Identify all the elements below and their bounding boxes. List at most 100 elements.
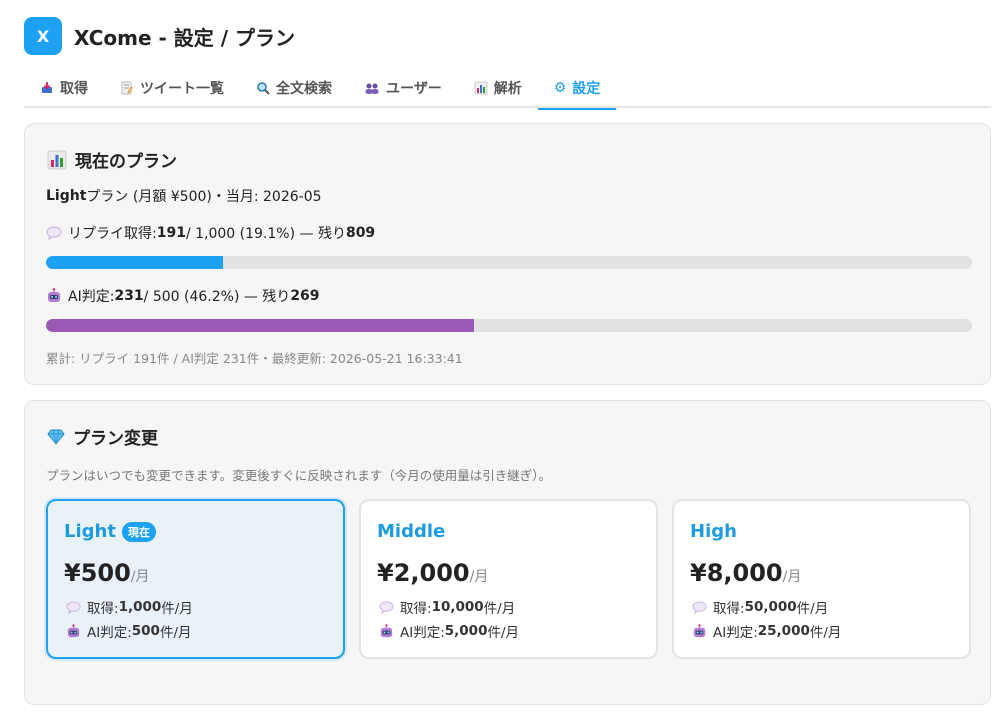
reply-detail: / 1,000 (19.1%) — 残り [185,226,346,242]
plan-ai-quota: AI判定: 25,000 件/月 [692,621,841,641]
search-icon [256,81,270,95]
quota-value: 50,000 [744,599,797,615]
plan-option-name: Middle [377,521,445,542]
tab-label: 全文検索 [276,81,332,97]
quota-label: 取得: [87,601,119,617]
reply-usage-text: リプライ取得: 191 / 1,000 (19.1%) — 残り 809 [46,223,375,243]
tab-fetch[interactable]: 取得 [24,68,104,108]
tab-users[interactable]: ユーザー [348,68,458,108]
quota-label: 取得: [400,601,432,617]
tab-analysis[interactable]: 解析 [458,68,538,108]
price-value: ¥8,000 [690,559,783,587]
plan-option-title: Light [64,521,116,542]
plan-summary: Light プラン (月額 ¥500)・当月: 2026-05 [46,186,322,206]
quota-value: 500 [131,623,160,639]
price-value: ¥500 [64,559,131,587]
tab-search[interactable]: 全文検索 [240,68,348,108]
price-value: ¥2,000 [377,559,470,587]
reply-label: リプライ取得: [68,226,157,242]
reply-remaining: 809 [345,225,376,241]
quota-unit: 件/月 [487,625,520,641]
ai-remaining: 269 [290,288,320,304]
quota-value: 10,000 [431,599,484,615]
ai-label: AI判定: [68,289,115,305]
current-plan-heading: 現在のプラン [47,147,177,172]
card-title-text: 現在のプラン [75,152,177,172]
page-title: XCome - 設定 / プラン [74,25,295,50]
usage-footnote: 累計: リプライ 191件 / AI判定 231件・最終更新: 2026-05-… [46,351,463,366]
plan-options: Light 現在 ¥500/月 取得: 1,000 件/月 AI判定: 500 … [46,499,971,659]
tab-settings[interactable]: ⚙ 設定 [537,68,617,110]
robot-icon [379,623,394,639]
bar-chart-icon [47,150,67,170]
inbox-icon [40,81,54,95]
quota-value: 25,000 [757,623,810,639]
quota-value: 1,000 [118,599,162,615]
tab-label: 取得 [60,81,88,97]
current-badge: 現在 [121,521,156,542]
tab-label: ユーザー [386,81,442,97]
quota-value: 5,000 [444,623,488,639]
speech-bubble-icon [379,600,394,614]
quota-label: 取得: [713,601,745,617]
plan-price: ¥2,000/月 [377,559,488,587]
app-header: X XCome - 設定 / プラン [24,17,295,55]
plan-price: ¥500/月 [64,559,150,587]
plan-fetch-quota: 取得: 10,000 件/月 [379,597,515,617]
ai-progress-bar [46,319,972,332]
price-period: /月 [469,569,489,585]
plan-option-high[interactable]: High ¥8,000/月 取得: 50,000 件/月 AI判定: 25,00… [672,499,971,659]
ai-used: 231 [114,288,144,304]
gear-icon: ⚙ [553,80,567,96]
quota-unit: 件/月 [809,625,842,641]
current-plan-card: 現在のプラン Light プラン (月額 ¥500)・当月: 2026-05 リ… [24,123,991,385]
quota-label: AI判定: [400,625,445,641]
plan-name: Light [46,188,87,204]
plan-change-card: プラン変更 プランはいつでも変更できます。変更後すぐに反映されます（今月の使用量… [24,400,991,705]
tab-label: 設定 [572,81,601,97]
quota-unit: 件/月 [159,625,192,641]
plan-option-name: Light 現在 [64,521,156,542]
plan-price: ¥8,000/月 [690,559,801,587]
ai-detail: / 500 (46.2%) — 残り [143,289,291,305]
price-period: /月 [130,569,150,585]
tab-bar: 取得 ツイート一覧 全文検索 ユーザー 解析 ⚙ 設定 [24,68,991,110]
speech-bubble-icon [46,226,62,240]
plan-option-middle[interactable]: Middle ¥2,000/月 取得: 10,000 件/月 AI判定: 5,0… [359,499,658,659]
quota-unit: 件/月 [161,601,193,617]
plan-fetch-quota: 取得: 1,000 件/月 [66,597,193,617]
speech-bubble-icon [692,600,707,614]
plan-option-name: High [690,521,737,542]
memo-icon [120,81,134,95]
robot-icon [46,288,62,304]
ai-progress-fill [46,319,474,332]
plan-option-light[interactable]: Light 現在 ¥500/月 取得: 1,000 件/月 AI判定: 500 … [46,499,345,659]
tab-tweets[interactable]: ツイート一覧 [104,68,240,108]
quota-unit: 件/月 [483,601,516,617]
bar-chart-icon [474,81,488,95]
quota-unit: 件/月 [796,601,829,617]
tab-label: 解析 [493,81,522,97]
quota-label: AI判定: [87,625,132,641]
plan-option-title: Middle [377,521,446,542]
plan-change-heading: プラン変更 [47,424,158,449]
plan-change-description: プランはいつでも変更できます。変更後すぐに反映されます（今月の使用量は引き継ぎ）… [46,468,552,483]
plan-ai-quota: AI判定: 500 件/月 [66,621,192,641]
speech-bubble-icon [66,600,81,614]
robot-icon [692,623,707,639]
app-logo: X [24,17,62,55]
reply-progress-bar [46,256,972,269]
reply-progress-fill [46,256,223,269]
plan-ai-quota: AI判定: 5,000 件/月 [379,621,519,641]
quota-label: AI判定: [713,625,758,641]
price-period: /月 [782,569,802,585]
plan-summary-text: プラン (月額 ¥500)・当月: 2026-05 [86,189,322,205]
robot-icon [66,623,81,639]
reply-used: 191 [156,225,186,241]
plan-fetch-quota: 取得: 50,000 件/月 [692,597,828,617]
ai-usage-text: AI判定: 231 / 500 (46.2%) — 残り 269 [46,286,320,306]
gem-icon [47,429,65,445]
card-title-text: プラン変更 [73,429,158,449]
users-icon [364,81,380,95]
plan-option-title: High [690,521,737,542]
